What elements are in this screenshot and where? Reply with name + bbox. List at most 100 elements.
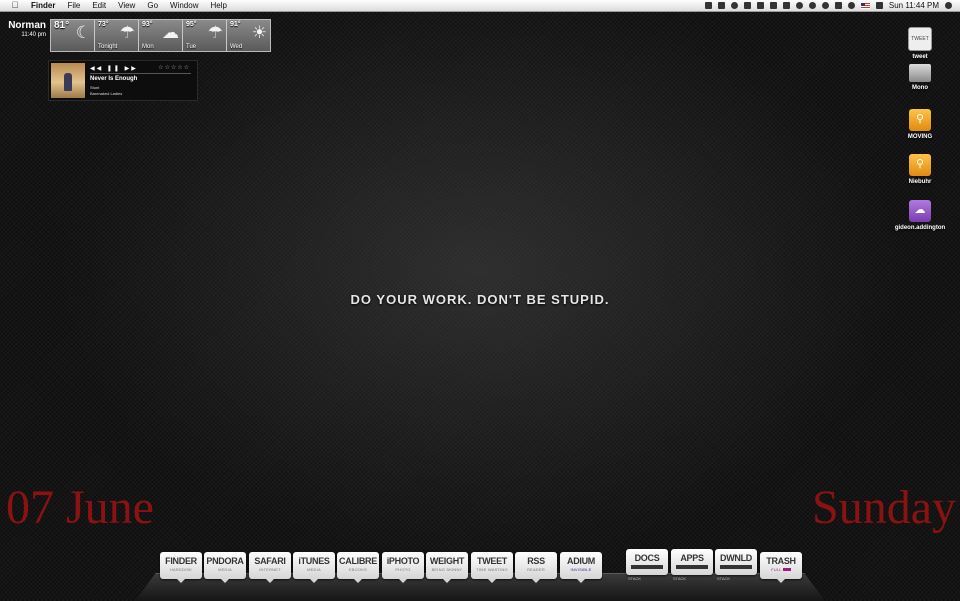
desktop-icon-label: Niebuhr [908, 179, 932, 185]
weather-location: Norman 11:40 pm [8, 21, 46, 39]
status-app-icon[interactable] [717, 2, 725, 9]
stack-bar [676, 565, 708, 569]
menu-clock[interactable]: Sun 11:44 PM [889, 0, 939, 11]
artist-name: Barenaked Ladies [90, 91, 123, 96]
menu-go[interactable]: Go [141, 0, 164, 11]
volume-icon[interactable] [875, 2, 883, 9]
sync-icon[interactable] [808, 2, 816, 9]
dock-item-subtitle: EBOOKS [348, 567, 368, 572]
stack-tag: STACK [628, 576, 642, 581]
weather-cell-mon: 93° ☁ Mon [139, 20, 183, 51]
album-art[interactable] [51, 63, 85, 98]
us-flag-icon[interactable] [860, 2, 870, 9]
dock-item-itunes[interactable]: iTUNES MEDIA [293, 552, 335, 583]
status-app-icon[interactable] [769, 2, 777, 9]
desktop-icon-moving[interactable]: ⚲ MOVING [880, 109, 960, 140]
spotlight-icon[interactable] [945, 2, 952, 9]
menu-edit[interactable]: Edit [86, 0, 112, 11]
dock-item-subtitle: MEDIA [218, 567, 232, 572]
apple-menu-icon[interactable]:  [9, 0, 21, 11]
dock-item-subtitle: MEDIA [307, 567, 321, 572]
weather-day: Tonight [98, 44, 118, 50]
desktop-icon-niebuhr[interactable]: ⚲ Niebuhr [880, 154, 960, 185]
weather-cell-tue: 95° ☂ Tue [183, 20, 227, 51]
cloud-glyph: ☁ [914, 204, 926, 216]
dropbox-icon[interactable] [743, 2, 751, 9]
wifi-icon[interactable] [847, 2, 855, 9]
stack-bar [720, 565, 752, 569]
playback-controls[interactable]: ◀◀ ❚❚ ▶▶ [90, 65, 138, 72]
dock-item-title: iPHOTO [386, 556, 420, 566]
evernote-icon[interactable] [795, 2, 803, 9]
weather-temp: 73° [98, 21, 109, 28]
dock-item-subtitle: READER [527, 567, 545, 572]
gear-icon[interactable] [730, 2, 738, 9]
dock-stack-apps[interactable]: APPS STACK [671, 549, 713, 581]
menu-window[interactable]: Window [164, 0, 204, 11]
dock-item-trash[interactable]: TRASH FULL [760, 552, 802, 583]
dock-item-title: PNDORA [206, 556, 244, 566]
bluetooth-icon[interactable] [834, 2, 842, 9]
dock-item-subtitle: FULL [760, 567, 802, 573]
dock-item-title: RSS [527, 556, 545, 566]
stack-tag: STACK [673, 576, 687, 581]
dock-stack-docs[interactable]: DOCS STACK [626, 549, 668, 581]
dock-item-subtitle: PHOTO [395, 567, 411, 572]
weather-temp: 91° [230, 21, 241, 28]
desktop-icon-label: Mono [912, 85, 928, 91]
dock-item-title: WEIGHT [429, 556, 465, 566]
dock-item-safari[interactable]: SAFARI INTERNET [249, 552, 291, 583]
dock-item-title: CALIBRE [339, 556, 377, 566]
album-art-figure [64, 73, 72, 91]
weather-day: Tue [186, 44, 197, 50]
desktop-icon-mono[interactable]: Mono [880, 62, 960, 91]
cloud-drive-icon: ☁ [909, 200, 931, 222]
weather-city: Norman [8, 20, 46, 31]
status-app-icon[interactable] [782, 2, 790, 9]
dock-item-subtitle: BEING SKINNY [431, 567, 463, 572]
dock-item-title: DWNLD [720, 553, 752, 563]
weather-day: Wed [230, 44, 243, 50]
dock-item-rss[interactable]: RSS READER [515, 552, 557, 583]
dock-item-pandora[interactable]: PNDORA MEDIA [204, 552, 246, 583]
dock-stack-downloads[interactable]: DWNLD STACK [715, 549, 757, 581]
status-area: Sun 11:44 PM [704, 0, 960, 11]
date-day-month: 07 June [6, 481, 154, 534]
dock-item-calibre[interactable]: CALIBRE EBOOKS [337, 552, 379, 583]
menu-view[interactable]: View [112, 0, 141, 11]
time-machine-icon[interactable] [821, 2, 829, 9]
dock-item-finder[interactable]: FINDER HARDDISK [160, 552, 202, 583]
weather-temp: 95° [186, 21, 197, 28]
status-app-icon[interactable] [756, 2, 764, 9]
menu-file[interactable]: File [61, 0, 86, 11]
menu-app-finder[interactable]: Finder [25, 0, 61, 11]
weather-temp: 81° [54, 20, 70, 31]
desktop-icon-tweet[interactable]: TWEET tweet [880, 27, 960, 60]
weather-widget[interactable]: 81° ☾ 73° ☂ Tonight 93° ☁ Mon 95° ☂ Tue … [50, 19, 271, 52]
dock-item-iphoto[interactable]: iPHOTO PHOTO [382, 552, 424, 583]
dock-item-subtitle: INTERNET [259, 567, 281, 572]
album-title: Stunt [90, 85, 100, 90]
moon-cloud-icon: ☾ [75, 23, 91, 42]
usb-drive-icon: ⚲ [909, 109, 931, 131]
rain-sun-icon: ☂ [207, 23, 223, 42]
dock-item-title: TWEET [477, 556, 507, 566]
dock-item-tweet[interactable]: TWEET TIME WASTING [471, 552, 513, 583]
song-title: Never Is Enough [90, 76, 138, 82]
desktop-icon-gideon[interactable]: ☁ gideon.addington [880, 200, 960, 231]
dock-item-subtitle: HARDDISK [169, 567, 193, 572]
dock-item-adium[interactable]: ADIUM INVISIBLE [560, 552, 602, 583]
status-app-icon[interactable] [704, 2, 712, 9]
desktop-icon-label: tweet [912, 54, 928, 60]
menu-help[interactable]: Help [204, 0, 232, 11]
dock-item-title: iTUNES [298, 556, 330, 566]
note-file-icon: TWEET [908, 27, 932, 51]
dock-item-weight[interactable]: WEIGHT BEING SKINNY [426, 552, 468, 583]
desktop-icon-label: gideon.addington [894, 225, 946, 231]
rating-stars[interactable]: ☆☆☆☆☆ [158, 64, 190, 71]
wallpaper-motto: DO YOUR WORK. DON'T BE STUPID. [350, 292, 610, 307]
dock-item-subtitle: TIME WASTING [476, 567, 508, 572]
menu-bar:  Finder File Edit View Go Window Help S… [0, 0, 960, 12]
date-weekday: Sunday [812, 481, 956, 534]
dock-item-title: SAFARI [254, 556, 286, 566]
